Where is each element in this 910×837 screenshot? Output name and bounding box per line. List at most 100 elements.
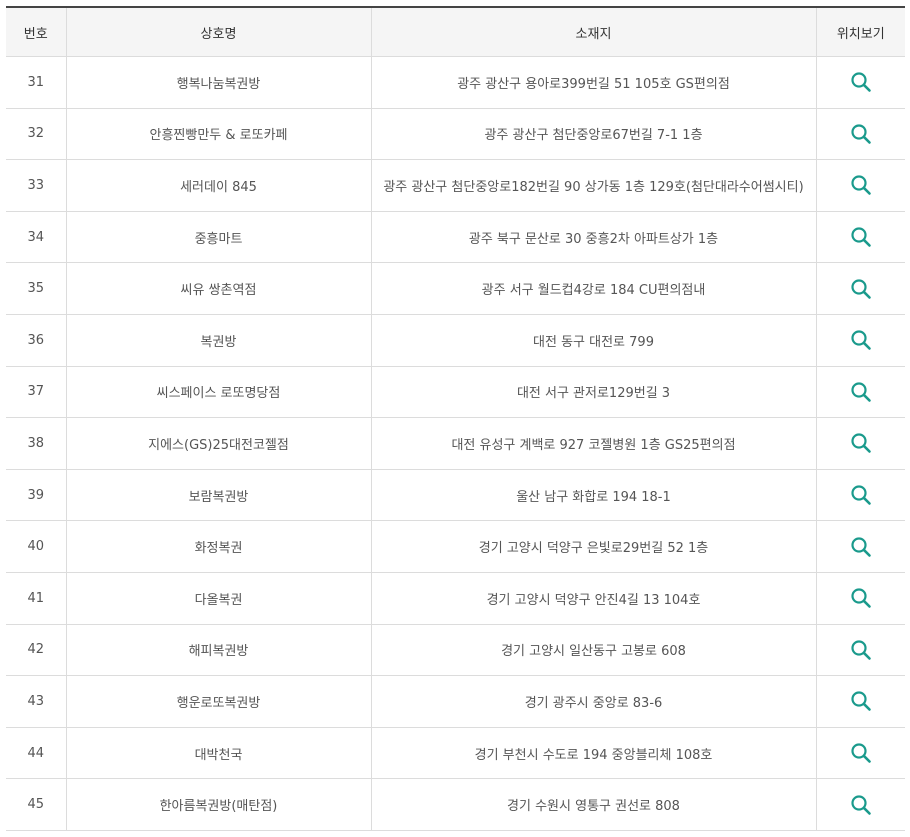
- table-row: 33 세러데이 845 광주 광산구 첨단중앙로182번길 90 상가동 1층 …: [6, 159, 905, 212]
- store-name: 행복나눔복권방: [65, 56, 371, 109]
- search-icon[interactable]: [850, 587, 872, 609]
- store-number: 45: [6, 778, 66, 831]
- store-number: 32: [6, 108, 66, 161]
- store-name: 세러데이 845: [65, 159, 371, 212]
- store-number: 31: [6, 56, 66, 109]
- search-icon[interactable]: [850, 71, 872, 93]
- table-body: 31 행복나눔복권방 광주 광산구 용아로399번길 51 105호 GS편의점…: [6, 56, 905, 831]
- view-location-button[interactable]: [850, 123, 872, 145]
- table-row: 40 화정복권 경기 고양시 덕양구 은빛로29번길 52 1층: [6, 520, 905, 573]
- table-row: 35 씨유 쌍촌역점 광주 서구 월드컵4강로 184 CU편의점내: [6, 262, 905, 315]
- search-icon[interactable]: [850, 329, 872, 351]
- view-location-button[interactable]: [850, 381, 872, 403]
- store-number: 40: [6, 520, 66, 573]
- store-name: 해피복권방: [65, 624, 371, 677]
- table-header: 번호 상호명 소재지 위치보기: [6, 7, 905, 57]
- view-location-button[interactable]: [850, 639, 872, 661]
- table-row: 42 해피복권방 경기 고양시 일산동구 고봉로 608: [6, 624, 905, 677]
- store-table: 번호 상호명 소재지 위치보기 31 행복나눔복권방 광주 광산구 용아로399…: [6, 6, 905, 831]
- location-cell: [815, 778, 905, 831]
- store-number: 44: [6, 727, 66, 780]
- table-row: 32 안흥찐빵만두 & 로또카페 광주 광산구 첨단중앙로67번길 7-1 1층: [6, 108, 905, 161]
- view-location-button[interactable]: [850, 587, 872, 609]
- view-location-button[interactable]: [850, 536, 872, 558]
- store-number: 41: [6, 572, 66, 625]
- store-address: 경기 부천시 수도로 194 중앙블리체 108호: [370, 727, 816, 780]
- search-icon[interactable]: [850, 639, 872, 661]
- store-address: 대전 서구 관저로129번길 3: [370, 366, 816, 419]
- store-number: 36: [6, 314, 66, 367]
- store-address: 대전 동구 대전로 799: [370, 314, 816, 367]
- view-location-button[interactable]: [850, 742, 872, 764]
- store-address: 경기 광주시 중앙로 83-6: [370, 675, 816, 728]
- search-icon[interactable]: [850, 742, 872, 764]
- header-name: 상호명: [65, 7, 371, 57]
- view-location-button[interactable]: [850, 71, 872, 93]
- location-cell: [815, 675, 905, 728]
- store-number: 38: [6, 417, 66, 470]
- store-name: 중흥마트: [65, 211, 371, 264]
- table-row: 39 보람복권방 울산 남구 화합로 194 18-1: [6, 469, 905, 522]
- store-name: 안흥찐빵만두 & 로또카페: [65, 108, 371, 161]
- view-location-button[interactable]: [850, 174, 872, 196]
- store-address: 광주 광산구 첨단중앙로67번길 7-1 1층: [370, 108, 816, 161]
- search-icon[interactable]: [850, 536, 872, 558]
- location-cell: [815, 727, 905, 780]
- table-row: 38 지에스(GS)25대전코젤점 대전 유성구 계백로 927 코젤병원 1층…: [6, 417, 905, 470]
- search-icon[interactable]: [850, 174, 872, 196]
- store-name: 행운로또복권방: [65, 675, 371, 728]
- store-address: 대전 유성구 계백로 927 코젤병원 1층 GS25편의점: [370, 417, 816, 470]
- view-location-button[interactable]: [850, 690, 872, 712]
- search-icon[interactable]: [850, 432, 872, 454]
- search-icon[interactable]: [850, 484, 872, 506]
- view-location-button[interactable]: [850, 794, 872, 816]
- store-number: 42: [6, 624, 66, 677]
- view-location-button[interactable]: [850, 484, 872, 506]
- search-icon[interactable]: [850, 690, 872, 712]
- view-location-button[interactable]: [850, 432, 872, 454]
- search-icon[interactable]: [850, 226, 872, 248]
- store-address: 광주 광산구 첨단중앙로182번길 90 상가동 1층 129호(첨단대라수어썸…: [370, 159, 816, 212]
- table-row: 37 씨스페이스 로또명당점 대전 서구 관저로129번길 3: [6, 366, 905, 419]
- search-icon[interactable]: [850, 278, 872, 300]
- store-name: 복권방: [65, 314, 371, 367]
- location-cell: [815, 520, 905, 573]
- store-number: 37: [6, 366, 66, 419]
- search-icon[interactable]: [850, 794, 872, 816]
- header-number: 번호: [6, 7, 66, 57]
- location-cell: [815, 469, 905, 522]
- store-address: 경기 고양시 덕양구 안진4길 13 104호: [370, 572, 816, 625]
- location-cell: [815, 417, 905, 470]
- store-name: 지에스(GS)25대전코젤점: [65, 417, 371, 470]
- store-name: 한아름복권방(매탄점): [65, 778, 371, 831]
- store-address: 경기 수원시 영통구 권선로 808: [370, 778, 816, 831]
- table-row: 31 행복나눔복권방 광주 광산구 용아로399번길 51 105호 GS편의점: [6, 56, 905, 109]
- location-cell: [815, 108, 905, 161]
- location-cell: [815, 624, 905, 677]
- search-icon[interactable]: [850, 123, 872, 145]
- store-address: 광주 광산구 용아로399번길 51 105호 GS편의점: [370, 56, 816, 109]
- table-row: 34 중흥마트 광주 북구 문산로 30 중흥2차 아파트상가 1층: [6, 211, 905, 264]
- store-number: 43: [6, 675, 66, 728]
- view-location-button[interactable]: [850, 329, 872, 351]
- location-cell: [815, 314, 905, 367]
- location-cell: [815, 366, 905, 419]
- table-row: 45 한아름복권방(매탄점) 경기 수원시 영통구 권선로 808: [6, 778, 905, 831]
- store-number: 34: [6, 211, 66, 264]
- view-location-button[interactable]: [850, 278, 872, 300]
- store-address: 울산 남구 화합로 194 18-1: [370, 469, 816, 522]
- header-address: 소재지: [370, 7, 816, 57]
- store-name: 화정복권: [65, 520, 371, 573]
- store-address: 광주 서구 월드컵4강로 184 CU편의점내: [370, 262, 816, 315]
- search-icon[interactable]: [850, 381, 872, 403]
- store-name: 보람복권방: [65, 469, 371, 522]
- location-cell: [815, 262, 905, 315]
- view-location-button[interactable]: [850, 226, 872, 248]
- store-name: 다올복권: [65, 572, 371, 625]
- store-number: 33: [6, 159, 66, 212]
- table-row: 43 행운로또복권방 경기 광주시 중앙로 83-6: [6, 675, 905, 728]
- store-name: 씨유 쌍촌역점: [65, 262, 371, 315]
- location-cell: [815, 159, 905, 212]
- store-address: 광주 북구 문산로 30 중흥2차 아파트상가 1층: [370, 211, 816, 264]
- store-address: 경기 고양시 덕양구 은빛로29번길 52 1층: [370, 520, 816, 573]
